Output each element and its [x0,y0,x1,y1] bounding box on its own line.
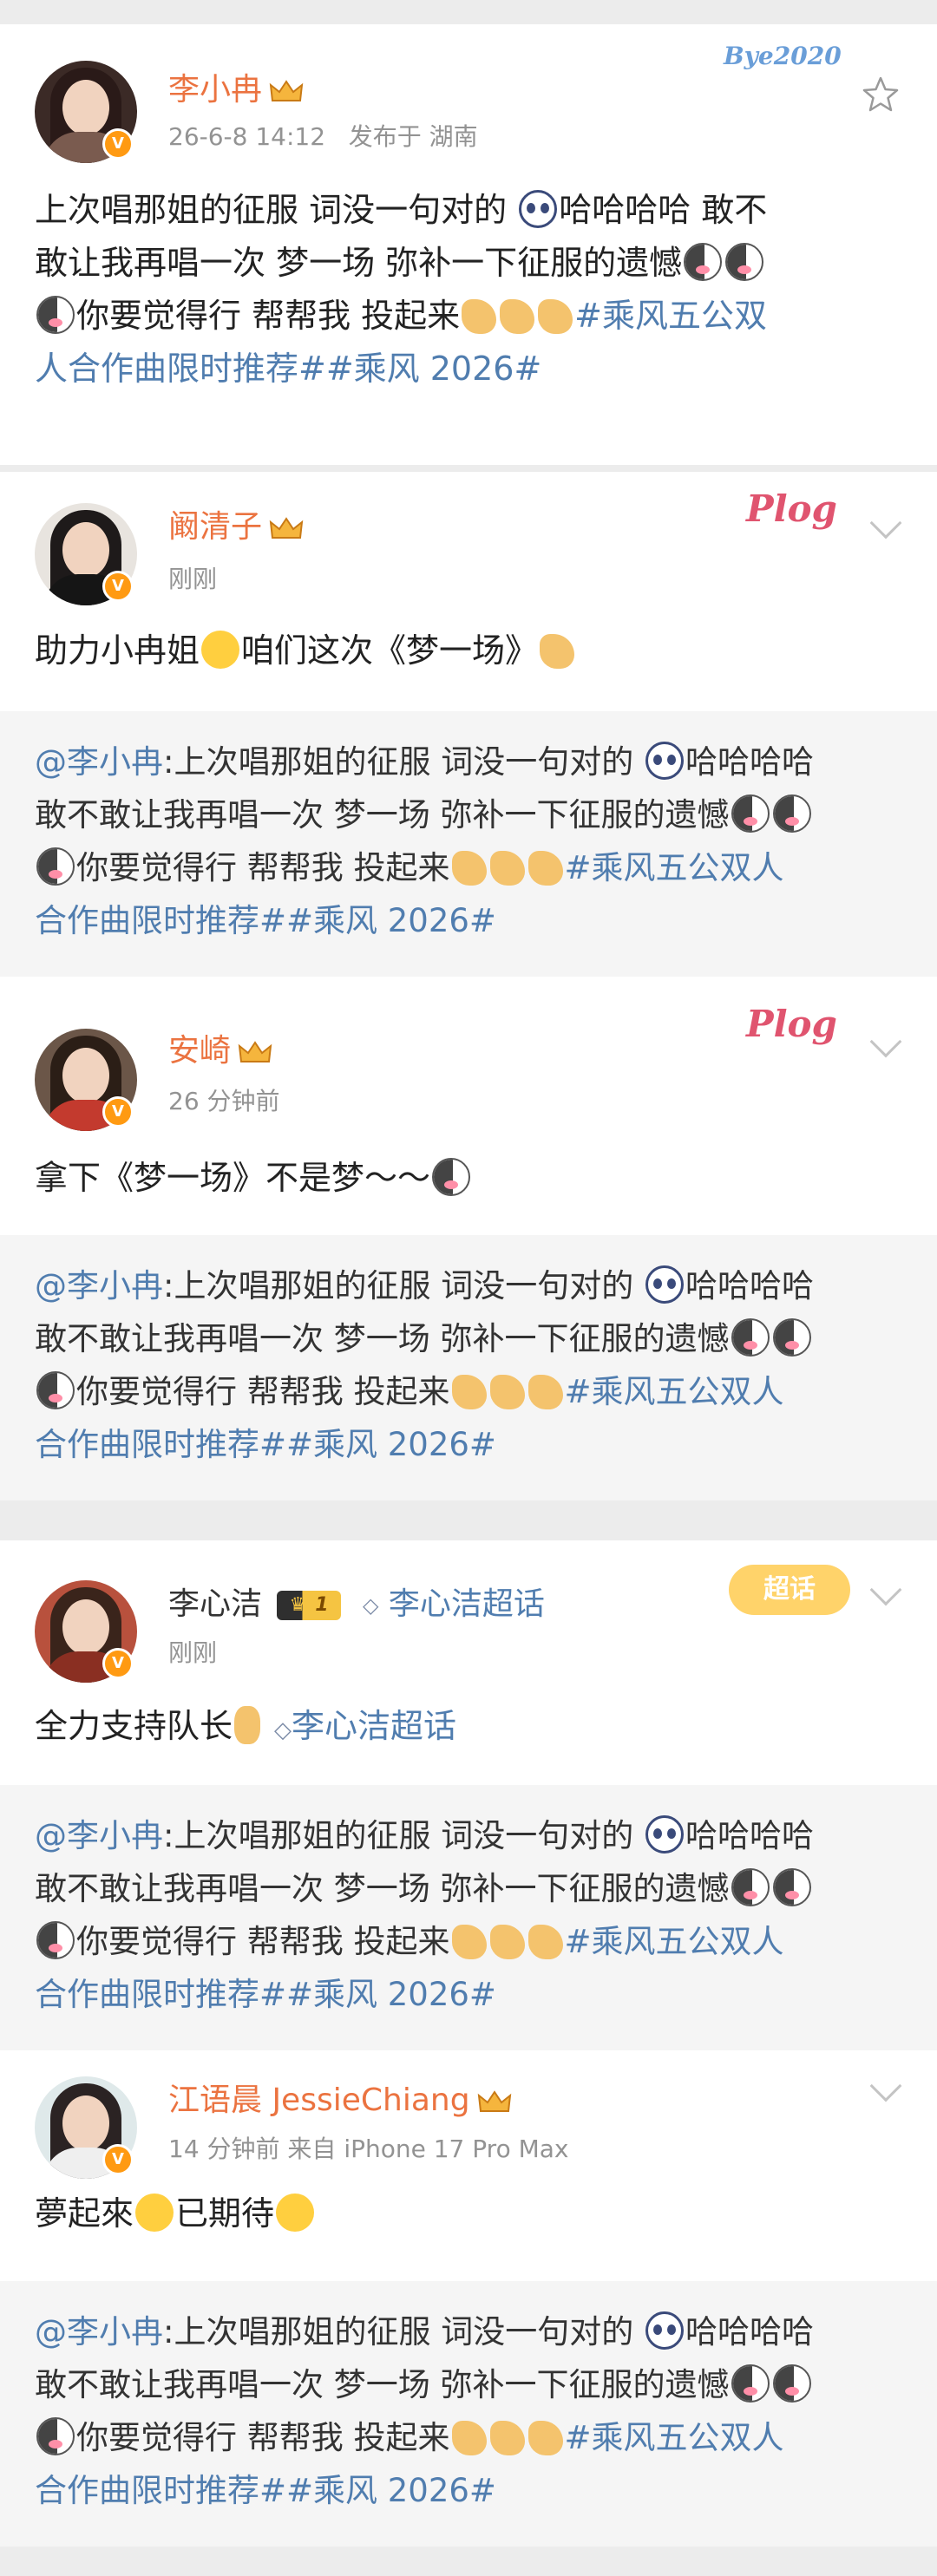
vip-crown-icon [477,2090,511,2112]
panda-emoji-icon [645,1265,684,1304]
quoted-post[interactable]: @李小冉:上次唱那姐的征服 词没一句对的 哈哈哈哈 敢不敢让我再唱一次 梦一场 … [0,1235,937,1500]
crying-face-emoji-icon [201,631,240,669]
verified-badge-icon: V [102,128,134,160]
author-name[interactable]: 李小冉 [168,71,304,109]
quoted-text: @李小冉:上次唱那姐的征服 词没一句对的 哈哈哈哈 敢不敢让我再唱一次 梦一场 … [35,1265,814,1463]
muscle-emoji-icon [489,2421,525,2455]
vip-crown-icon [269,517,304,539]
commenter-name[interactable]: 李心洁 ♛ 1 ◇ 李心洁超话 [168,1585,545,1625]
cat-emoji-icon [36,847,75,886]
muscle-emoji-icon [527,2421,563,2455]
chevron-down-icon[interactable] [869,2069,902,2102]
verified-badge-icon: V [102,2144,134,2175]
plog-sticker: Plog [746,1003,837,1045]
muscle-emoji-icon [540,634,575,669]
muscle-emoji-icon [451,2421,487,2455]
hashtag-link[interactable]: #乘风五公双 [574,297,767,335]
quoted-post[interactable]: @李小冉:上次唱那姐的征服 词没一句对的 哈哈哈哈 敢不敢让我再唱一次 梦一场 … [0,711,937,977]
comment-card: V 李心洁 ♛ 1 ◇ 李心洁超话 刚刚 超话 全力支持队长 ◇李心洁超话 [0,1540,937,1785]
cat-emoji-icon [772,1318,811,1357]
quoted-text: @李小冉:上次唱那姐的征服 词没一句对的 哈哈哈哈 敢不敢让我再唱一次 梦一场 … [35,1815,814,2013]
cat-emoji-icon [36,1921,75,1959]
cat-emoji-icon [432,1158,471,1196]
comment-card: V 阚清子 刚刚 Plog 助力小冉姐 咱们这次《梦一场》 [0,472,937,711]
supertopic-sticker: 超话 [729,1565,850,1615]
panda-emoji-icon [519,190,558,228]
chevron-down-icon[interactable] [869,1025,902,1058]
cat-emoji-icon [36,2417,75,2455]
favorite-star-icon[interactable] [861,75,901,114]
comment-time: 26 分钟前 [168,1087,280,1115]
comment-text: 夢起來 已期待 [35,2187,911,2240]
cat-emoji-icon [725,243,764,281]
commenter-name[interactable]: 阚清子 [168,508,304,546]
commenter-name[interactable]: 安崎 [168,1032,272,1070]
quoted-post[interactable]: @李小冉:上次唱那姐的征服 词没一句对的 哈哈哈哈 敢不敢让我再唱一次 梦一场 … [0,2281,937,2547]
muscle-emoji-icon [462,299,497,334]
post-meta: 26-6-8 14:12 发布于 湖南 [168,122,478,151]
cat-emoji-icon [684,243,723,281]
comment-time: 刚刚 [168,1638,218,1667]
muscle-emoji-icon [527,1375,563,1409]
comment-text: 助力小冉姐 咱们这次《梦一场》 [35,624,911,677]
fingers-crossed-emoji-icon [234,1706,261,1744]
chevron-down-icon[interactable] [869,507,902,539]
cat-emoji-icon [36,296,75,334]
verified-badge-icon: V [102,1096,134,1128]
muscle-emoji-icon [527,1925,563,1959]
quoted-text: @李小冉:上次唱那姐的征服 词没一句对的 哈哈哈哈 敢不敢让我再唱一次 梦一场 … [35,742,814,939]
muscle-emoji-icon [527,851,563,886]
supertopic-link[interactable]: 李心洁超话 [292,1707,456,1745]
muscle-emoji-icon [538,299,573,334]
muscle-emoji-icon [451,1375,487,1409]
cat-emoji-icon [772,2364,811,2403]
cat-emoji-icon [731,2364,770,2403]
tongue-face-emoji-icon [135,2194,174,2232]
comment-card: V 安崎 26 分钟前 Plog 拿下《梦一场》不是梦～～ [0,977,937,1235]
quoted-text: @李小冉:上次唱那姐的征服 词没一句对的 哈哈哈哈 敢不敢让我再唱一次 梦一场 … [35,2311,814,2509]
muscle-emoji-icon [489,1375,525,1409]
comment-text: 全力支持队长 ◇李心洁超话 [35,1706,457,1745]
muscle-emoji-icon [489,1925,525,1959]
post-text: 上次唱那姐的征服 词没一句对的 哈哈哈哈 敢不 敢让我再唱一次 梦一场 弥补一下… [35,190,768,388]
original-post: V 李小冉 26-6-8 14:12 发布于 湖南 Bye2020 上次唱那姐的… [0,24,937,465]
cat-emoji-icon [731,794,770,833]
supertopic-diamond-icon: ◇ [362,1593,379,1618]
cat-emoji-icon [772,794,811,833]
bye2020-sticker: Bye2020 [724,42,842,70]
comment-card: V 江语晨 JessieChiang 14 分钟前 来自 iPhone 17 P… [0,2050,937,2281]
panda-emoji-icon [645,1815,684,1854]
member-level-badge: ♛ 1 [277,1591,341,1620]
hashtag-link[interactable]: 人合作曲限时推荐##乘风 2026# [35,350,541,388]
commenter-name[interactable]: 江语晨 JessieChiang [168,2082,512,2120]
muscle-emoji-icon [500,299,535,334]
muscle-emoji-icon [451,851,487,886]
vip-crown-icon [238,1041,272,1062]
supertopic-diamond-icon: ◇ [274,1717,292,1743]
comment-time: 刚刚 [168,565,218,593]
cat-emoji-icon [772,1868,811,1906]
comment-meta: 14 分钟前 来自 iPhone 17 Pro Max [168,2135,569,2163]
panda-emoji-icon [645,742,684,780]
verified-badge-icon: V [102,1648,134,1679]
vip-crown-icon [269,80,304,101]
comment-text: 拿下《梦一场》不是梦～～ [35,1152,911,1205]
quoted-post[interactable]: @李小冉:上次唱那姐的征服 词没一句对的 哈哈哈哈 敢不敢让我再唱一次 梦一场 … [0,1785,937,2050]
cat-emoji-icon [36,1371,75,1409]
muscle-emoji-icon [451,1925,487,1959]
plog-sticker: Plog [746,487,837,530]
chevron-down-icon[interactable] [869,1573,902,1606]
panda-emoji-icon [645,2311,684,2350]
muscle-emoji-icon [489,851,525,886]
pleading-face-emoji-icon [276,2194,315,2232]
verified-badge-icon: V [102,571,134,602]
supertopic-link[interactable]: 李心洁超话 [389,1586,545,1622]
cat-emoji-icon [731,1318,770,1357]
cat-emoji-icon [731,1868,770,1906]
